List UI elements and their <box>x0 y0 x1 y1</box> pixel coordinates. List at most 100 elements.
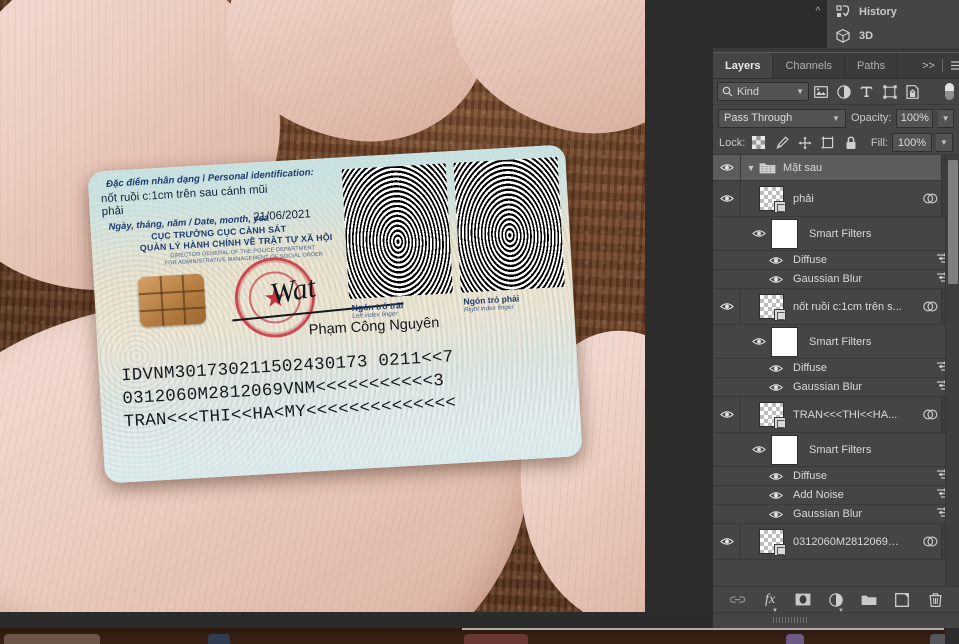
shape-layer-filter-icon[interactable] <box>878 82 901 102</box>
filter-kind-select[interactable]: Kind ▼ <box>717 82 809 101</box>
link-layers-icon[interactable] <box>728 591 746 609</box>
tab-paths[interactable]: Paths <box>844 53 899 78</box>
smart-filters-mask-thumbnail[interactable] <box>771 434 798 465</box>
filter-name[interactable]: Diffuse <box>793 362 827 374</box>
taskbar-item[interactable] <box>208 634 230 644</box>
filter-name[interactable]: Diffuse <box>793 254 827 266</box>
add-layer-mask-icon[interactable] <box>794 591 812 609</box>
smart-filter-row[interactable]: Gaussian Blur <box>713 378 959 397</box>
smart-filter-row[interactable]: Gaussian Blur <box>713 505 959 524</box>
adjustment-layer-filter-icon[interactable] <box>832 82 855 102</box>
new-layer-icon[interactable] <box>893 591 911 609</box>
smart-filters-row[interactable]: Smart Filters <box>713 217 959 251</box>
filter-name[interactable]: Gaussian Blur <box>793 273 862 285</box>
filter-enable-toggle[interactable] <box>943 82 955 102</box>
layer-visibility-toggle[interactable] <box>713 397 741 432</box>
layer-name[interactable]: phải <box>793 193 814 205</box>
os-taskbar[interactable] <box>0 628 959 644</box>
layer-style-fx-icon[interactable]: fx ▼ <box>761 591 779 614</box>
smart-filters-indicator-icon[interactable] <box>919 535 941 548</box>
taskbar-item[interactable] <box>786 634 804 644</box>
layer-visibility-toggle[interactable] <box>713 289 741 324</box>
lock-position-icon[interactable] <box>795 134 814 152</box>
smart-filters-row[interactable]: Smart Filters <box>713 433 959 467</box>
smart-filter-row[interactable]: Gaussian Blur <box>713 270 959 289</box>
layer-visibility-toggle[interactable] <box>713 181 741 216</box>
fill-dropdown-icon[interactable]: ▼ <box>936 133 953 152</box>
layer-visibility-toggle[interactable] <box>713 155 741 180</box>
layer-row[interactable]: phải ^ <box>713 181 959 217</box>
group-expand-chevron-icon[interactable]: ▼ <box>745 163 757 173</box>
new-adjustment-layer-icon[interactable]: ▼ <box>827 591 845 614</box>
chevron-down-icon[interactable]: ▼ <box>832 114 840 123</box>
filter-visibility-toggle[interactable] <box>769 275 783 284</box>
layer-list-scrollbar[interactable] <box>945 155 959 586</box>
fill-value[interactable]: 100% <box>892 133 932 152</box>
smart-filter-row[interactable]: Diffuse <box>713 251 959 270</box>
layer-list[interactable]: ▼ Mặt sau ^ phải <box>713 155 959 586</box>
lock-transparent-pixels-icon[interactable] <box>749 134 768 152</box>
smart-filters-visibility-toggle[interactable] <box>749 433 769 466</box>
pixel-layer-filter-icon[interactable] <box>809 82 832 102</box>
panel-overflow-icon[interactable]: >> <box>922 60 935 72</box>
filter-name[interactable]: Gaussian Blur <box>793 381 862 393</box>
panel-collapse-arrow-icon[interactable]: ^ <box>809 0 827 48</box>
smart-filters-mask-thumbnail[interactable] <box>771 326 798 357</box>
panel-resize-grip[interactable] <box>773 617 809 623</box>
taskbar-item[interactable] <box>4 634 100 644</box>
lock-artboard-nesting-icon[interactable] <box>818 134 837 152</box>
layer-row-group[interactable]: ▼ Mặt sau ^ <box>713 155 959 181</box>
layer-name[interactable]: 0312060M2812069VN... <box>793 536 905 548</box>
smart-filters-visibility-toggle[interactable] <box>749 325 769 358</box>
delete-layer-icon[interactable] <box>926 591 944 609</box>
layer-visibility-toggle[interactable] <box>713 524 741 559</box>
lock-all-icon[interactable] <box>841 134 860 152</box>
document-image[interactable]: Đặc điểm nhân dạng / Personal identifica… <box>0 0 645 612</box>
smart-filter-row[interactable]: Add Noise <box>713 486 959 505</box>
smart-filters-row[interactable]: Smart Filters <box>713 325 959 359</box>
layer-thumbnail[interactable] <box>759 402 786 429</box>
smart-filter-row[interactable]: Diffuse <box>713 467 959 486</box>
type-layer-filter-icon[interactable] <box>855 82 878 102</box>
filter-visibility-toggle[interactable] <box>769 510 783 519</box>
smart-filters-indicator-icon[interactable] <box>919 300 941 313</box>
filter-visibility-toggle[interactable] <box>769 472 783 481</box>
filter-name[interactable]: Diffuse <box>793 470 827 482</box>
smart-object-filter-icon[interactable] <box>901 82 924 102</box>
tab-channels[interactable]: Channels <box>773 53 845 78</box>
smart-filters-visibility-toggle[interactable] <box>749 217 769 250</box>
blend-mode-select[interactable]: Pass Through ▼ <box>718 108 846 128</box>
collapsed-panel-area[interactable] <box>713 0 822 48</box>
filter-visibility-toggle[interactable] <box>769 383 783 392</box>
smart-filters-mask-thumbnail[interactable] <box>771 218 798 249</box>
layer-name[interactable]: nốt ruồi c:1cm trên s... <box>793 301 902 313</box>
tab-layers[interactable]: Layers <box>713 53 774 78</box>
panel-button-3d[interactable]: 3D <box>827 24 959 48</box>
document-canvas[interactable]: Đặc điểm nhân dạng / Personal identifica… <box>0 0 713 612</box>
layer-name[interactable]: Mặt sau <box>783 162 822 174</box>
layer-name[interactable]: TRAN<<<THI<<HA... <box>793 409 897 421</box>
layer-row[interactable]: nốt ruồi c:1cm trên s... ^ <box>713 289 959 325</box>
hamburger-menu-icon[interactable] <box>950 60 959 71</box>
smart-filters-indicator-icon[interactable] <box>919 192 941 205</box>
layer-row[interactable]: TRAN<<<THI<<HA... ^ <box>713 397 959 433</box>
filter-name[interactable]: Gaussian Blur <box>793 508 862 520</box>
smart-filters-indicator-icon[interactable] <box>919 408 941 421</box>
chevron-down-icon[interactable]: ▼ <box>796 87 804 96</box>
smart-filter-row[interactable]: Diffuse <box>713 359 959 378</box>
filter-name[interactable]: Add Noise <box>793 489 844 501</box>
taskbar-item[interactable] <box>464 634 528 644</box>
lock-image-pixels-icon[interactable] <box>772 134 791 152</box>
layer-thumbnail[interactable] <box>759 529 786 556</box>
filter-visibility-toggle[interactable] <box>769 491 783 500</box>
filter-visibility-toggle[interactable] <box>769 256 783 265</box>
opacity-value[interactable]: 100% <box>896 108 934 128</box>
opacity-dropdown-icon[interactable]: ▼ <box>938 108 954 128</box>
layer-thumbnail[interactable] <box>759 186 786 213</box>
filter-visibility-toggle[interactable] <box>769 364 783 373</box>
new-group-icon[interactable] <box>860 591 878 609</box>
layer-thumbnail[interactable] <box>759 294 786 321</box>
panel-button-history[interactable]: History <box>827 0 959 24</box>
layer-row[interactable]: 0312060M2812069VN... ^ <box>713 524 959 560</box>
layer-list-scroll-thumb[interactable] <box>948 160 958 284</box>
